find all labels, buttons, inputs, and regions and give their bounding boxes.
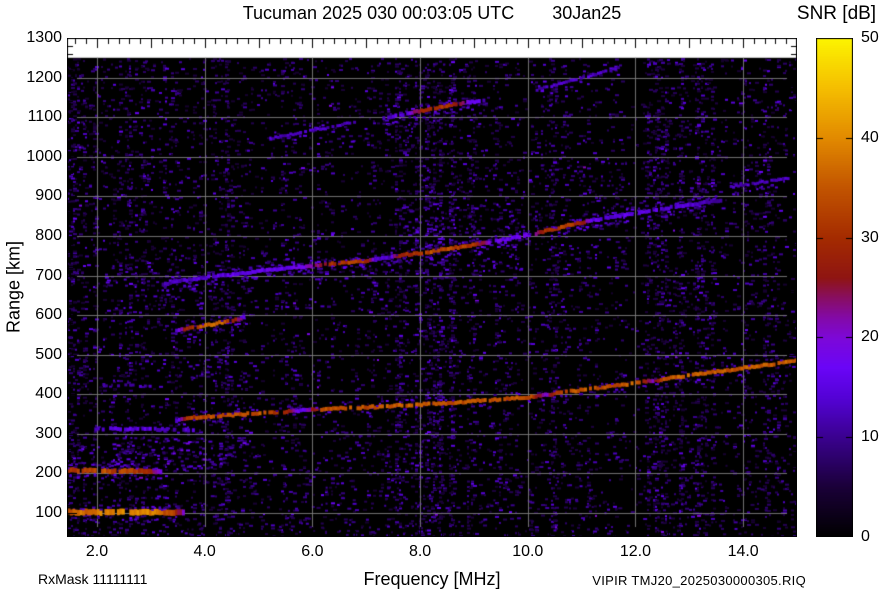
y-tick-label: 700 [35,266,62,284]
colorbar-tick-label: 50 [861,29,879,46]
y-tick-label: 1200 [26,68,62,86]
ionogram-app: Tucuman 2025 030 00:03:05 UTC 30Jan25 SN… [0,0,884,595]
y-tick-label: 600 [35,306,62,324]
colorbar-tick-label: 20 [861,328,879,346]
y-tick-label: 500 [35,345,62,363]
y-tick-label: 400 [35,385,62,403]
y-tick-label: 1000 [26,147,62,165]
y-tick-label: 1100 [27,108,62,126]
rxmask-label: RxMask 11111111 [38,571,148,587]
y-tick-label: 800 [35,226,62,244]
x-tick-label: 6.0 [301,543,324,560]
y-tick-label: 1300 [26,29,62,46]
y-tick-label: 300 [35,424,62,442]
colorbar-tick-label: 10 [861,428,879,446]
ionogram-heatmap-canvas [67,38,797,537]
y-tick-label: 100 [35,504,62,521]
colorbar-tick-label: 40 [861,128,879,146]
x-tick-label: 10.0 [512,543,544,560]
colorbar-tick-label: 0 [861,528,870,545]
colorbar-title: SNR [dB] [796,3,877,24]
x-tick-label: 8.0 [408,543,432,560]
x-tick-label: 4.0 [193,543,216,560]
y-tick-label: 900 [35,187,62,205]
plot-title: Tucuman 2025 030 00:03:05 UTC [242,3,515,23]
x-tick-label: 12.0 [619,543,652,560]
file-reference-label: VIPIR TMJ20_2025030000305.RIQ [592,573,806,588]
snr-colorbar [816,38,853,537]
y-tick-label: 200 [35,464,62,482]
x-tick-label: 2.0 [85,543,109,560]
colorbar-tick-label: 30 [861,228,879,246]
title-row: Tucuman 2025 030 00:03:05 UTC 30Jan25 [67,3,797,24]
plot-date: 30Jan25 [552,3,622,23]
x-tick-label: 14.0 [727,543,759,560]
